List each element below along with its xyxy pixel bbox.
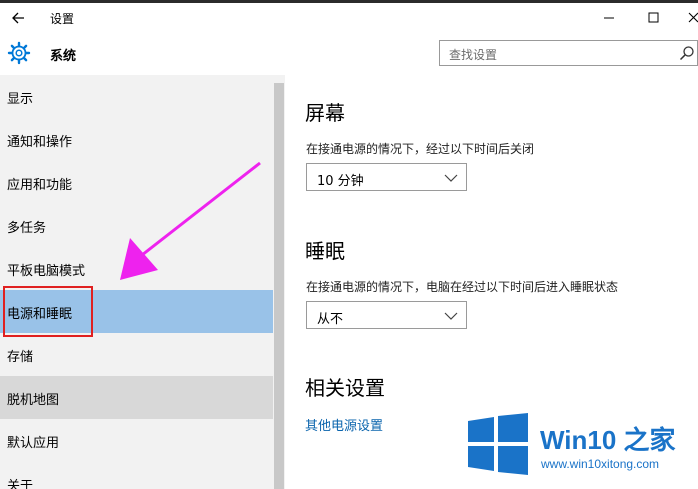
title-bar: 设置 bbox=[0, 3, 698, 33]
search-placeholder: 查找设置 bbox=[449, 48, 498, 62]
sidebar-item-label: 关于 bbox=[7, 479, 34, 489]
section-title: 系统 bbox=[50, 49, 77, 64]
screen-timeout-value: 10 分钟 bbox=[317, 174, 364, 189]
sidebar-item-offline-maps[interactable]: 脱机地图 bbox=[0, 376, 273, 419]
highlight-box bbox=[3, 286, 93, 337]
screen-section-title: 屏幕 bbox=[305, 101, 345, 125]
window-title: 设置 bbox=[50, 12, 75, 26]
gear-icon bbox=[7, 41, 31, 65]
sidebar-item-label: 通知和操作 bbox=[7, 135, 73, 150]
search-icon[interactable] bbox=[679, 45, 695, 61]
sidebar-item-label: 默认应用 bbox=[7, 436, 60, 451]
sidebar-item-about[interactable]: 关于 bbox=[0, 462, 273, 489]
search-input[interactable]: 查找设置 bbox=[439, 40, 698, 66]
screen-timeout-dropdown[interactable]: 10 分钟 bbox=[306, 163, 467, 191]
sidebar-item-label: 脱机地图 bbox=[7, 393, 60, 408]
sleep-description: 在接通电源的情况下，电脑在经过以下时间后进入睡眠状态 bbox=[306, 280, 619, 294]
sidebar-item-label: 存储 bbox=[7, 350, 34, 365]
sidebar-item-storage[interactable]: 存储 bbox=[0, 333, 273, 376]
close-icon[interactable] bbox=[682, 6, 698, 30]
related-settings-title: 相关设置 bbox=[305, 376, 385, 400]
sleep-timeout-value: 从不 bbox=[317, 312, 344, 327]
screen-description: 在接通电源的情况下，经过以下时间后关闭 bbox=[306, 142, 535, 156]
sidebar-item-label: 显示 bbox=[7, 92, 34, 107]
sidebar-item-display[interactable]: 显示 bbox=[0, 75, 273, 118]
watermark-brand: Win10 之家 bbox=[540, 425, 676, 455]
sidebar-item-default-apps[interactable]: 默认应用 bbox=[0, 419, 273, 462]
watermark-url: www.win10xitong.com bbox=[541, 457, 660, 471]
sleep-timeout-dropdown[interactable]: 从不 bbox=[306, 301, 467, 329]
maximize-icon[interactable] bbox=[642, 6, 666, 30]
settings-header: 系统 查找设置 bbox=[0, 33, 698, 75]
annotation-arrow bbox=[120, 161, 261, 280]
back-arrow-icon[interactable] bbox=[8, 7, 30, 29]
sleep-section-title: 睡眠 bbox=[305, 239, 345, 263]
sidebar-item-label: 多任务 bbox=[7, 221, 47, 236]
additional-power-settings-link[interactable]: 其他电源设置 bbox=[305, 415, 383, 434]
chevron-down-icon bbox=[444, 174, 458, 182]
chevron-down-icon bbox=[444, 312, 458, 320]
sidebar-item-label: 平板电脑模式 bbox=[7, 264, 86, 279]
minimize-icon[interactable] bbox=[598, 6, 622, 30]
windows-logo bbox=[468, 413, 528, 475]
sidebar-item-label: 应用和功能 bbox=[7, 178, 73, 193]
